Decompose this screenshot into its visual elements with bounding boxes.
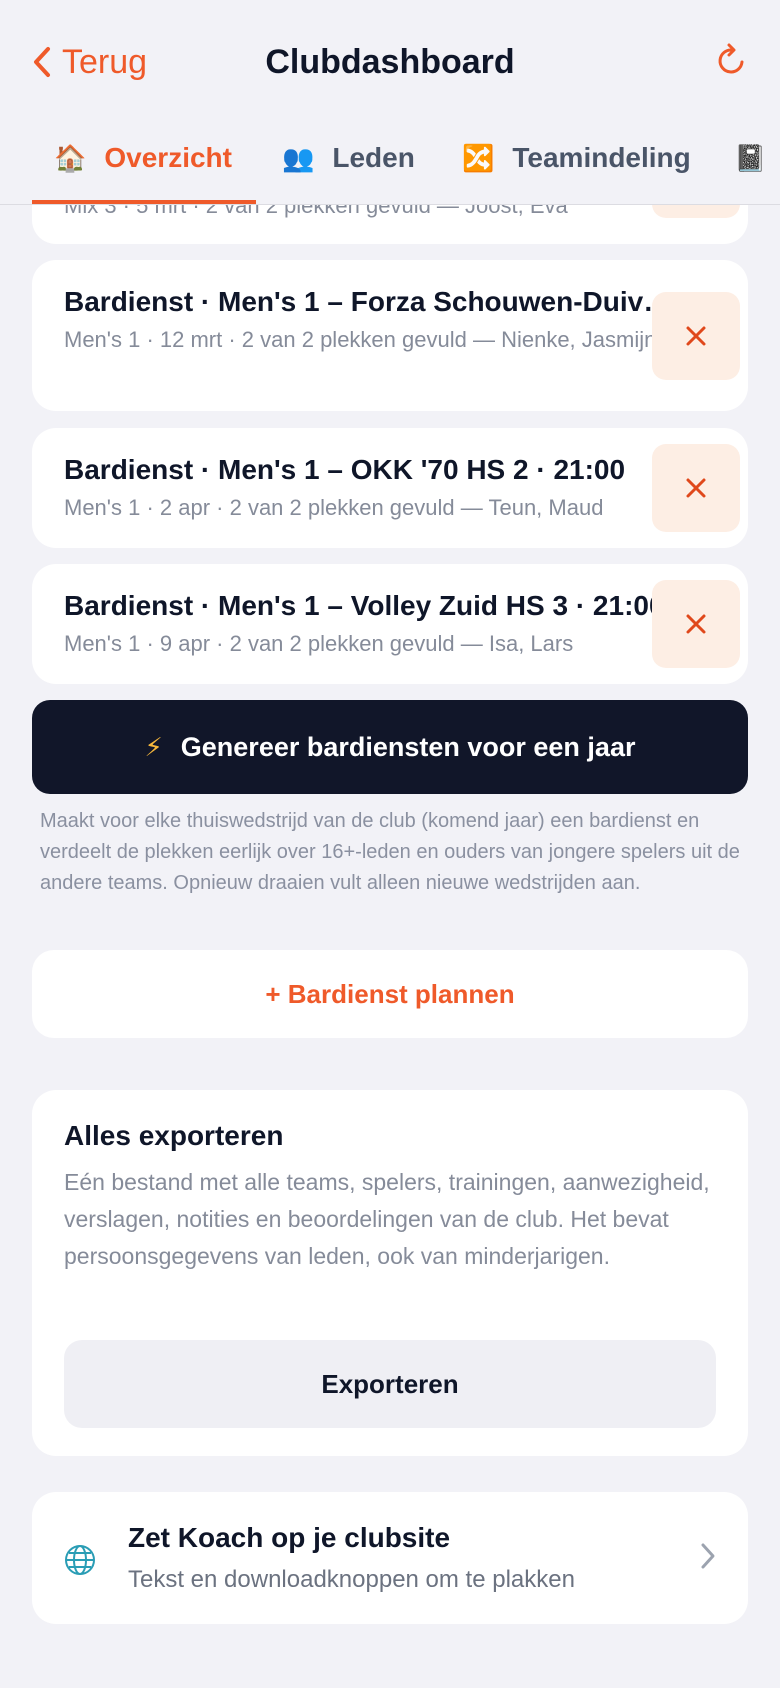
remove-duty-button[interactable]: [652, 444, 740, 532]
lightning-icon: ⚡: [144, 731, 163, 762]
duty-card: Bardienst · Men's 1 – Forza Schouwen-Dui…: [32, 260, 748, 411]
generate-duties-label: Genereer bardiensten voor een jaar: [180, 731, 636, 762]
duty-subtitle: Men's 1 · 12 mrt · 2 van 2 plekken gevul…: [64, 327, 657, 352]
duty-card: Bardienst · Men's 1 – Volley Zuid HS 3 ·…: [32, 564, 748, 684]
clubsite-subtitle: Tekst en downloadknoppen om te plakken: [128, 1566, 575, 1593]
clubsite-card[interactable]: Zet Koach op je clubsite Tekst en downlo…: [32, 1492, 748, 1624]
notebook-icon: 📓: [734, 143, 767, 173]
close-icon: [686, 326, 706, 346]
tab-bar: 🏠 Overzicht 👥 Leden 🔀 Teamindeling 📓: [0, 130, 780, 205]
generate-note: Maakt voor elke thuiswedstrijd van de cl…: [40, 810, 740, 894]
plan-duty-button[interactable]: + Bardienst plannen: [32, 950, 748, 1038]
active-tab-indicator: [32, 200, 256, 204]
generate-duties-button[interactable]: ⚡ Genereer bardiensten voor een jaar: [32, 700, 748, 794]
tab-label: Overzicht: [104, 142, 232, 173]
remove-duty-button[interactable]: [652, 292, 740, 380]
top-navigation-bar: Terug Clubdashboard 🏠 Overzicht 👥 Leden …: [0, 0, 780, 205]
duty-card: Bardienst · Men's 1 – OKK '70 HS 2 · 21:…: [32, 428, 748, 548]
export-title: Alles exporteren: [64, 1120, 284, 1151]
duty-subtitle: Men's 1 · 9 apr · 2 van 2 plekken gevuld…: [64, 631, 574, 656]
export-button[interactable]: Exporteren: [64, 1340, 716, 1428]
tab-notebook[interactable]: 📓: [734, 130, 780, 205]
close-icon: [686, 614, 706, 634]
chevron-right-icon: [701, 1543, 715, 1569]
duty-title: Bardienst · Men's 1 – Volley Zuid HS 3 ·…: [64, 590, 665, 621]
export-description: Eén bestand met alle teams, spelers, tra…: [64, 1169, 710, 1269]
close-icon: [686, 478, 706, 498]
page-title: Clubdashboard: [265, 43, 515, 81]
tab-teamindeling[interactable]: 🔀 Teamindeling: [462, 130, 691, 205]
tab-overzicht[interactable]: 🏠 Overzicht: [54, 130, 232, 205]
clubsite-title: Zet Koach op je clubsite: [128, 1522, 451, 1553]
globe-icon: [65, 1545, 95, 1575]
remove-duty-button[interactable]: [652, 580, 740, 668]
shuffle-icon: 🔀: [462, 143, 495, 173]
export-card: Alles exporteren Eén bestand met alle te…: [32, 1090, 748, 1456]
people-icon: 👥: [282, 143, 315, 173]
duty-subtitle: Men's 1 · 2 apr · 2 van 2 plekken gevuld…: [64, 495, 604, 520]
tab-label: Leden: [332, 142, 415, 173]
house-icon: 🏠: [54, 143, 87, 173]
refresh-icon[interactable]: [716, 42, 748, 78]
tab-label: Teamindeling: [512, 142, 691, 173]
tab-leden[interactable]: 👥 Leden: [282, 130, 415, 205]
duty-title: Bardienst · Men's 1 – OKK '70 HS 2 · 21:…: [64, 454, 626, 485]
duty-title: Bardienst · Men's 1 – Forza Schouwen-Dui…: [64, 286, 682, 317]
